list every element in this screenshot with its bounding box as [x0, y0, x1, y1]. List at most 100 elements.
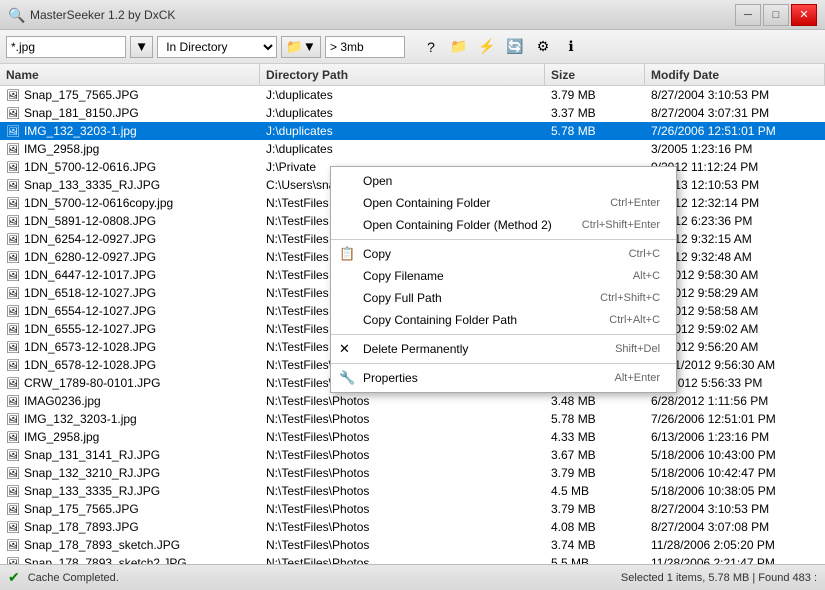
file-row[interactable]: 🖼 Snap_131_3141_RJ.JPG N:\TestFiles\Phot…	[0, 446, 825, 464]
info-button[interactable]: ℹ	[559, 35, 583, 59]
file-path-cell: N:\TestFiles\Photos	[260, 536, 545, 554]
file-icon: 🖼	[6, 359, 20, 372]
maximize-button[interactable]: □	[763, 4, 789, 26]
file-row[interactable]: 🖼 Snap_132_3210_RJ.JPG N:\TestFiles\Phot…	[0, 464, 825, 482]
file-size-cell: 3.37 MB	[545, 104, 645, 122]
file-name: 1DN_6573-12-1028.JPG	[24, 340, 156, 354]
file-path-cell: N:\TestFiles\Photos	[260, 428, 545, 446]
status-bar: ✔ Cache Completed. Selected 1 items, 5.7…	[0, 564, 825, 590]
file-icon: 🖼	[6, 179, 20, 192]
file-row[interactable]: 🖼 Snap_178_7893.JPG N:\TestFiles\Photos …	[0, 518, 825, 536]
search-input[interactable]	[6, 36, 126, 58]
file-name: 1DN_6518-12-1027.JPG	[24, 286, 156, 300]
file-icon: 🖼	[6, 557, 20, 565]
menu-item[interactable]: 🔧 Properties Alt+Enter	[331, 367, 676, 389]
file-row[interactable]: 🖼 Snap_178_7893_sketch2.JPG N:\TestFiles…	[0, 554, 825, 564]
menu-item-label: Copy Filename	[363, 269, 444, 283]
menu-item-label: Copy Containing Folder Path	[363, 313, 517, 327]
file-row[interactable]: 🖼 IMG_2958.jpg J:\duplicates 3/2005 1:23…	[0, 140, 825, 158]
app-icon: 🔍	[8, 7, 24, 23]
file-name-cell: 🖼 Snap_175_7565.JPG	[0, 86, 260, 104]
title-bar-left: 🔍 MasterSeeker 1.2 by DxCK	[8, 7, 175, 23]
file-name: 1DN_6578-12-1028.JPG	[24, 358, 156, 372]
menu-item-shortcut: Alt+C	[633, 270, 660, 282]
file-name-cell: 🖼 1DN_6447-12-1017.JPG	[0, 266, 260, 284]
file-name: 1DN_6554-12-1027.JPG	[24, 304, 156, 318]
menu-item-label: Copy Full Path	[363, 291, 442, 305]
header-date[interactable]: Modify Date	[645, 64, 825, 85]
file-icon: 🖼	[6, 251, 20, 264]
directory-select[interactable]: In Directory	[157, 36, 277, 58]
file-icon: 🖼	[6, 323, 20, 336]
file-path-cell: N:\TestFiles\Photos	[260, 518, 545, 536]
file-row[interactable]: 🖼 Snap_178_7893_sketch.JPG N:\TestFiles\…	[0, 536, 825, 554]
file-path-cell: N:\TestFiles\Photos	[260, 410, 545, 428]
file-name: 1DN_5891-12-0808.JPG	[24, 214, 156, 228]
size-filter-input[interactable]	[325, 36, 405, 58]
file-name-cell: 🖼 1DN_6280-12-0927.JPG	[0, 248, 260, 266]
file-name-cell: 🖼 IMG_132_3203-1.jpg	[0, 122, 260, 140]
file-row[interactable]: 🖼 IMG_132_3203-1.jpg N:\TestFiles\Photos…	[0, 410, 825, 428]
file-name: 1DN_6280-12-0927.JPG	[24, 250, 156, 264]
file-name: IMG_132_3203-1.jpg	[24, 412, 137, 426]
file-date-cell: 8/27/2004 3:10:53 PM	[645, 86, 825, 104]
header-directory[interactable]: Directory Path	[260, 64, 545, 85]
file-row[interactable]: 🖼 Snap_175_7565.JPG J:\duplicates 3.79 M…	[0, 86, 825, 104]
menu-item-label: Properties	[363, 371, 418, 385]
file-path-cell: J:\duplicates	[260, 122, 545, 140]
file-name: Snap_131_3141_RJ.JPG	[24, 448, 160, 462]
file-row[interactable]: 🖼 Snap_175_7565.JPG N:\TestFiles\Photos …	[0, 500, 825, 518]
file-name-cell: 🖼 Snap_131_3141_RJ.JPG	[0, 446, 260, 464]
file-name: Snap_178_7893_sketch.JPG	[24, 538, 180, 552]
header-size[interactable]: Size	[545, 64, 645, 85]
file-date-cell: 6/13/2006 1:23:16 PM	[645, 428, 825, 446]
help-button[interactable]: ?	[419, 35, 443, 59]
close-button[interactable]: ✕	[791, 4, 817, 26]
menu-item[interactable]: Copy Containing Folder Path Ctrl+Alt+C	[331, 309, 676, 331]
file-icon: 🖼	[6, 431, 20, 444]
file-date-cell: 11/28/2006 2:21:47 PM	[645, 554, 825, 564]
file-date-cell: 3/2005 1:23:16 PM	[645, 140, 825, 158]
file-row[interactable]: 🖼 IMAG0236.jpg N:\TestFiles\Photos 3.48 …	[0, 392, 825, 410]
minimize-button[interactable]: ─	[735, 4, 761, 26]
file-row[interactable]: 🖼 Snap_181_8150.JPG J:\duplicates 3.37 M…	[0, 104, 825, 122]
menu-item[interactable]: Open	[331, 170, 676, 192]
file-size-cell: 4.33 MB	[545, 428, 645, 446]
file-row[interactable]: 🖼 Snap_133_3335_RJ.JPG N:\TestFiles\Phot…	[0, 482, 825, 500]
file-name: Snap_133_3335_RJ.JPG	[24, 178, 160, 192]
file-icon: 🖼	[6, 413, 20, 426]
file-icon: 🖼	[6, 197, 20, 210]
file-row[interactable]: 🖼 IMG_132_3203-1.jpg J:\duplicates 5.78 …	[0, 122, 825, 140]
menu-item[interactable]: Copy Full Path Ctrl+Shift+C	[331, 287, 676, 309]
menu-item-shortcut: Ctrl+Enter	[610, 197, 660, 209]
action-button[interactable]: ⚡	[475, 35, 499, 59]
folder-browse-button[interactable]: 📁▼	[281, 36, 321, 58]
file-date-cell: 6/28/2012 1:11:56 PM	[645, 392, 825, 410]
refresh-button[interactable]: 🔄	[503, 35, 527, 59]
folder-button[interactable]: 📁	[447, 35, 471, 59]
menu-item[interactable]: Open Containing Folder (Method 2) Ctrl+S…	[331, 214, 676, 236]
menu-item-label: Open	[363, 174, 392, 188]
file-path-cell: N:\TestFiles\Photos	[260, 446, 545, 464]
file-path-cell: N:\TestFiles\Photos	[260, 500, 545, 518]
file-size-cell: 3.79 MB	[545, 86, 645, 104]
file-name: CRW_1789-80-0101.JPG	[24, 376, 161, 390]
menu-item-shortcut: Ctrl+C	[629, 248, 660, 260]
file-icon: 🖼	[6, 107, 20, 120]
list-header: Name Directory Path Size Modify Date	[0, 64, 825, 86]
file-name-cell: 🖼 Snap_133_3335_RJ.JPG	[0, 176, 260, 194]
menu-item[interactable]: ✕ Delete Permanently Shift+Del	[331, 338, 676, 360]
menu-item[interactable]: Copy Filename Alt+C	[331, 265, 676, 287]
search-dropdown[interactable]: ▼	[130, 36, 153, 58]
file-name: Snap_133_3335_RJ.JPG	[24, 484, 160, 498]
file-name-cell: 🖼 Snap_133_3335_RJ.JPG	[0, 482, 260, 500]
file-row[interactable]: 🖼 IMG_2958.jpg N:\TestFiles\Photos 4.33 …	[0, 428, 825, 446]
file-name-cell: 🖼 1DN_6573-12-1028.JPG	[0, 338, 260, 356]
menu-item[interactable]: Open Containing Folder Ctrl+Enter	[331, 192, 676, 214]
menu-separator	[331, 334, 676, 335]
menu-separator	[331, 363, 676, 364]
menu-item[interactable]: 📋 Copy Ctrl+C	[331, 243, 676, 265]
header-name[interactable]: Name	[0, 64, 260, 85]
settings-button[interactable]: ⚙	[531, 35, 555, 59]
file-name: 1DN_6254-12-0927.JPG	[24, 232, 156, 246]
